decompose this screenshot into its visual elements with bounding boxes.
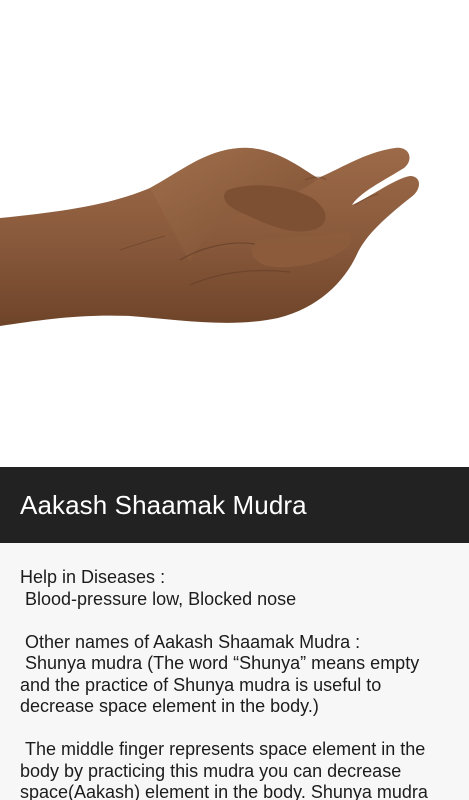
mudra-hand-image: [0, 0, 469, 467]
description-text: The middle finger represents space eleme…: [20, 739, 431, 800]
other-names-heading: Other names of Aakash Shaamak Mudra :: [20, 631, 361, 652]
page-title: Aakash Shaamak Mudra: [20, 489, 307, 520]
hand-illustration: [0, 147, 419, 326]
diseases-list: Blood-pressure low, Blocked nose: [20, 588, 297, 609]
title-bar: Aakash Shaamak Mudra: [0, 467, 469, 543]
other-names-text: Shunya mudra (The word “Shunya” means em…: [20, 653, 425, 716]
mudra-description: Help in Diseases : Blood-pressure low, B…: [0, 543, 469, 800]
diseases-heading: Help in Diseases :: [20, 567, 166, 587]
mudra-detail-screen: Aakash Shaamak Mudra Help in Diseases : …: [0, 0, 469, 800]
